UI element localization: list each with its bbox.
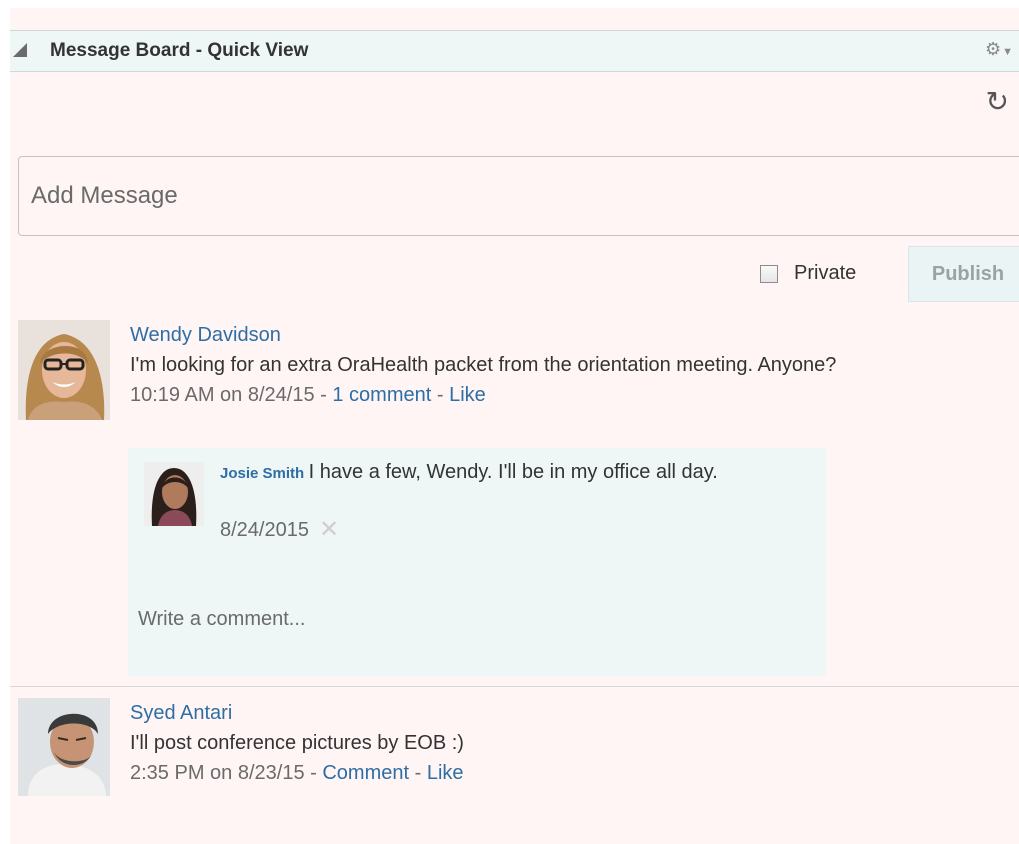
comment-item: Josie Smith I have a few, Wendy. I'll be… bbox=[220, 458, 800, 488]
post-meta: 2:35 PM on 8/23/15 - Comment - Like bbox=[130, 762, 464, 785]
add-message-field[interactable] bbox=[18, 156, 1019, 236]
avatar-image-josie bbox=[144, 462, 204, 526]
meta-separator: - bbox=[409, 762, 427, 784]
comments-link[interactable]: 1 comment bbox=[332, 384, 431, 406]
like-link[interactable]: Like bbox=[427, 762, 464, 784]
avatar[interactable] bbox=[18, 320, 110, 420]
message-board-panel: Message Board - Quick View ⚙▼ ↻ Private … bbox=[10, 8, 1019, 844]
meta-separator: - bbox=[431, 384, 450, 406]
private-option[interactable]: Private bbox=[760, 262, 856, 285]
panel-title: Message Board - Quick View bbox=[50, 40, 309, 61]
post-text: I'm looking for an extra OraHealth packe… bbox=[130, 354, 837, 376]
post-author[interactable]: Syed Antari bbox=[130, 702, 232, 725]
close-icon[interactable]: ✕ bbox=[319, 518, 339, 542]
avatar-image-syed bbox=[18, 698, 110, 796]
post-divider bbox=[10, 686, 1019, 687]
avatar[interactable] bbox=[18, 698, 110, 796]
collapse-triangle-icon[interactable] bbox=[13, 43, 27, 57]
comment-date-row: 8/24/2015 ✕ bbox=[220, 518, 339, 542]
panel-header: Message Board - Quick View ⚙▼ bbox=[10, 30, 1019, 72]
meta-separator: - bbox=[304, 762, 323, 784]
private-label: Private bbox=[794, 262, 857, 284]
comment-date: 8/24/2015 bbox=[220, 518, 309, 541]
gear-icon[interactable]: ⚙▼ bbox=[985, 39, 1013, 60]
meta-separator: - bbox=[314, 384, 333, 406]
post-timestamp: 2:35 PM on 8/23/15 bbox=[130, 762, 305, 784]
refresh-icon[interactable]: ↻ bbox=[986, 88, 1009, 116]
like-link[interactable]: Like bbox=[449, 384, 486, 406]
private-checkbox[interactable] bbox=[760, 264, 778, 283]
avatar-image-wendy bbox=[18, 320, 110, 420]
comment-avatar[interactable] bbox=[144, 462, 204, 526]
comment-link[interactable]: Comment bbox=[322, 762, 409, 784]
chevron-down-icon: ▼ bbox=[1002, 46, 1013, 58]
post-timestamp: 10:19 AM on 8/24/15 bbox=[130, 384, 315, 406]
comment-text: I have a few, Wendy. I'll be in my offic… bbox=[308, 461, 718, 483]
post-text: I'll post conference pictures by EOB :) bbox=[130, 732, 464, 754]
comment-author[interactable]: Josie Smith bbox=[220, 465, 304, 482]
write-comment-input[interactable]: Write a comment... bbox=[138, 608, 305, 631]
publish-button[interactable]: Publish bbox=[908, 246, 1019, 302]
post-author[interactable]: Wendy Davidson bbox=[130, 324, 281, 347]
comments-section: Josie Smith I have a few, Wendy. I'll be… bbox=[128, 448, 826, 676]
post-meta: 10:19 AM on 8/24/15 - 1 comment - Like bbox=[130, 384, 486, 407]
add-message-input[interactable] bbox=[19, 157, 1019, 235]
